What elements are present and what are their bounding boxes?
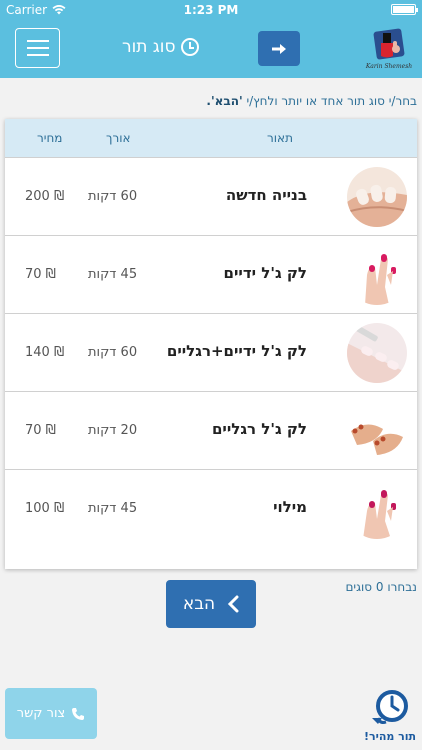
gel-feet-image (347, 401, 407, 461)
column-header-description: תאור (267, 131, 293, 145)
logo: Karin Shemesh (364, 24, 414, 74)
battery-icon (391, 4, 418, 15)
services-table: תאור אורך מחיר בנייה חדשה 60 דקות 200 ₪ (5, 119, 417, 569)
gel-hands-feet-image (347, 323, 407, 383)
service-duration: 45 דקות (88, 501, 138, 516)
gel-hands-image (347, 245, 407, 305)
service-name: לק ג'ל רגליים (211, 420, 307, 438)
hamburger-line (26, 47, 49, 49)
service-name: מילוי (273, 498, 307, 516)
instruction-text: בחר/י סוג תור אחד או יותר ולחץ/י 'הבא'. (206, 94, 417, 108)
page-title-text: סוג תור (122, 37, 176, 57)
next-button-label: הבא (182, 594, 216, 614)
hamburger-icon (26, 40, 49, 42)
page-title: סוג תור (122, 37, 200, 57)
table-row[interactable]: לק ג'ל רגליים 20 דקות 70 ₪ (5, 391, 417, 469)
status-bar: Carrier 1:23 PM (0, 0, 422, 20)
service-name: לק ג'ל ידיים+רגליים (166, 342, 307, 360)
clock-icon (181, 38, 200, 56)
table-row[interactable]: בנייה חדשה 60 דקות 200 ₪ (5, 157, 417, 235)
status-time: 1:23 PM (183, 3, 239, 17)
service-duration: 60 דקות (88, 345, 138, 360)
arrow-right-icon (272, 43, 286, 54)
service-price: 140 ₪ (25, 345, 65, 360)
service-price: 70 ₪ (25, 423, 56, 438)
contact-button-label: צור קשר (16, 706, 66, 721)
quick-clock-icon (372, 690, 408, 724)
phone-icon (72, 707, 85, 720)
service-name: לק ג'ל ידיים (223, 264, 307, 282)
menu-button[interactable] (15, 28, 60, 68)
app-header: סוג תור Karin Shemesh (0, 20, 422, 78)
column-header-length: אורך (106, 131, 131, 145)
table-row[interactable]: לק ג'ל ידיים+רגליים 60 דקות 140 ₪ (5, 313, 417, 391)
service-price: 100 ₪ (25, 501, 65, 516)
service-price: 200 ₪ (25, 189, 65, 204)
contact-button[interactable]: צור קשר (5, 688, 97, 739)
nails-new-set-image (347, 167, 407, 227)
quick-book-button[interactable]: תור מהיר! (364, 688, 416, 744)
service-duration: 60 דקות (88, 189, 138, 204)
instruction-emphasis: 'הבא'. (206, 94, 243, 108)
service-duration: 20 דקות (88, 423, 138, 438)
chevron-left-icon (228, 595, 239, 613)
service-name: בנייה חדשה (225, 186, 307, 204)
next-button[interactable]: הבא (166, 580, 256, 628)
table-row[interactable]: מילוי 45 דקות 100 ₪ (5, 469, 417, 547)
table-header: תאור אורך מחיר (5, 119, 417, 157)
fill-image (347, 479, 407, 539)
logo-text: Karin Shemesh (365, 63, 413, 70)
hamburger-line (26, 54, 49, 56)
header-next-button[interactable] (258, 31, 300, 66)
instruction-main: בחר/י סוג תור אחד או יותר ולחץ/י (242, 94, 417, 108)
nail-polish-logo-icon (373, 28, 405, 60)
table-row[interactable]: לק ג'ל ידיים 45 דקות 70 ₪ (5, 235, 417, 313)
selected-count: נבחרו 0 סוגים (345, 580, 417, 594)
quick-book-label: תור מהיר! (363, 730, 417, 743)
service-price: 70 ₪ (25, 267, 56, 282)
column-header-price: מחיר (37, 131, 63, 145)
service-duration: 45 דקות (88, 267, 138, 282)
